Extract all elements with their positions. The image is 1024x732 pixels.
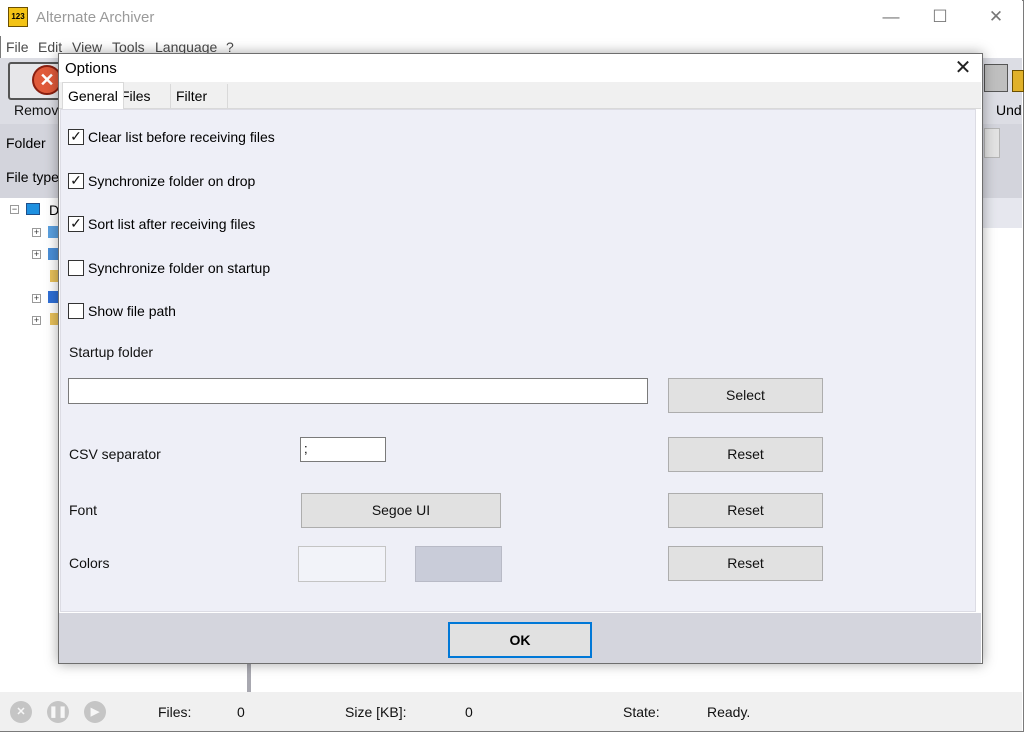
maximize-button[interactable]: ☐ <box>917 0 963 34</box>
folder-icon <box>50 270 58 282</box>
dialog-title: Options <box>65 60 117 77</box>
undo-button-label: Und <box>996 102 1022 118</box>
font-reset-button[interactable]: Reset <box>668 493 823 528</box>
filetype-label: File type <box>6 169 59 185</box>
files-count-value: 0 <box>237 704 245 720</box>
show-path-checkbox[interactable] <box>68 303 84 319</box>
ok-button[interactable]: OK <box>448 622 592 658</box>
close-window-button[interactable]: ✕ <box>973 0 1019 34</box>
app-icon: 123 <box>8 7 28 27</box>
accent-color-swatch[interactable] <box>415 546 502 582</box>
folder-icon <box>50 313 58 325</box>
state-label: State: <box>623 704 660 720</box>
size-value: 0 <box>465 704 473 720</box>
sort-list-checkbox[interactable]: ✓ <box>68 216 84 232</box>
csv-separator-input[interactable]: ; <box>300 437 386 462</box>
tree-expand-icon[interactable]: + <box>32 316 41 325</box>
clear-list-label: Clear list before receiving files <box>88 129 275 145</box>
select-folder-button[interactable]: Select <box>668 378 823 413</box>
state-value: Ready. <box>707 704 751 720</box>
tab-filter[interactable]: Filter <box>171 84 228 108</box>
minimize-button[interactable]: — <box>868 0 914 34</box>
csv-reset-button[interactable]: Reset <box>668 437 823 472</box>
size-label: Size [KB]: <box>345 704 407 720</box>
tree-collapse-icon[interactable]: − <box>10 205 19 214</box>
colors-reset-button[interactable]: Reset <box>668 546 823 581</box>
document-icon[interactable] <box>984 64 1008 92</box>
desktop-icon <box>26 203 40 215</box>
tab-general[interactable]: General <box>62 82 124 109</box>
files-count-label: Files: <box>158 704 192 720</box>
panel-splitter[interactable] <box>247 664 251 692</box>
startup-folder-label: Startup folder <box>69 344 154 360</box>
colors-label: Colors <box>69 555 110 571</box>
sync-on-drop-checkbox[interactable]: ✓ <box>68 173 84 189</box>
folder-label: Folder <box>6 135 46 151</box>
menu-file[interactable]: File <box>6 39 29 55</box>
remove-button-label: Remov <box>14 102 59 118</box>
file-list-header <box>980 198 1022 228</box>
folder-icon[interactable] <box>1012 70 1024 92</box>
dialog-close-button[interactable]: ✕ <box>948 55 978 81</box>
sync-on-startup-checkbox[interactable] <box>68 260 84 276</box>
pause-icon[interactable]: ❚❚ <box>47 701 69 723</box>
csv-separator-label: CSV separator <box>69 446 161 462</box>
clear-list-checkbox[interactable]: ✓ <box>68 129 84 145</box>
user-folder-icon <box>48 226 58 238</box>
tab-files[interactable]: Files <box>116 84 171 108</box>
dropbox-icon <box>48 291 58 303</box>
background-color-swatch[interactable] <box>298 546 386 582</box>
tree-expand-icon[interactable]: + <box>32 294 41 303</box>
tree-expand-icon[interactable]: + <box>32 250 41 259</box>
app-title: Alternate Archiver <box>36 9 155 26</box>
tree-expand-icon[interactable]: + <box>32 228 41 237</box>
font-label: Font <box>69 502 98 518</box>
status-bar <box>0 692 1022 731</box>
stop-icon[interactable]: ✕ <box>10 701 32 723</box>
play-icon[interactable]: ▶ <box>84 701 106 723</box>
startup-folder-input[interactable] <box>68 378 648 404</box>
sync-on-drop-label: Synchronize folder on drop <box>88 173 256 189</box>
folder-browse-button[interactable] <box>984 128 1000 158</box>
font-picker-button[interactable]: Segoe UI <box>301 493 501 528</box>
sync-on-startup-label: Synchronize folder on startup <box>88 260 271 276</box>
show-path-label: Show file path <box>88 303 176 319</box>
computer-icon <box>48 248 58 260</box>
sort-list-label: Sort list after receiving files <box>88 216 256 232</box>
